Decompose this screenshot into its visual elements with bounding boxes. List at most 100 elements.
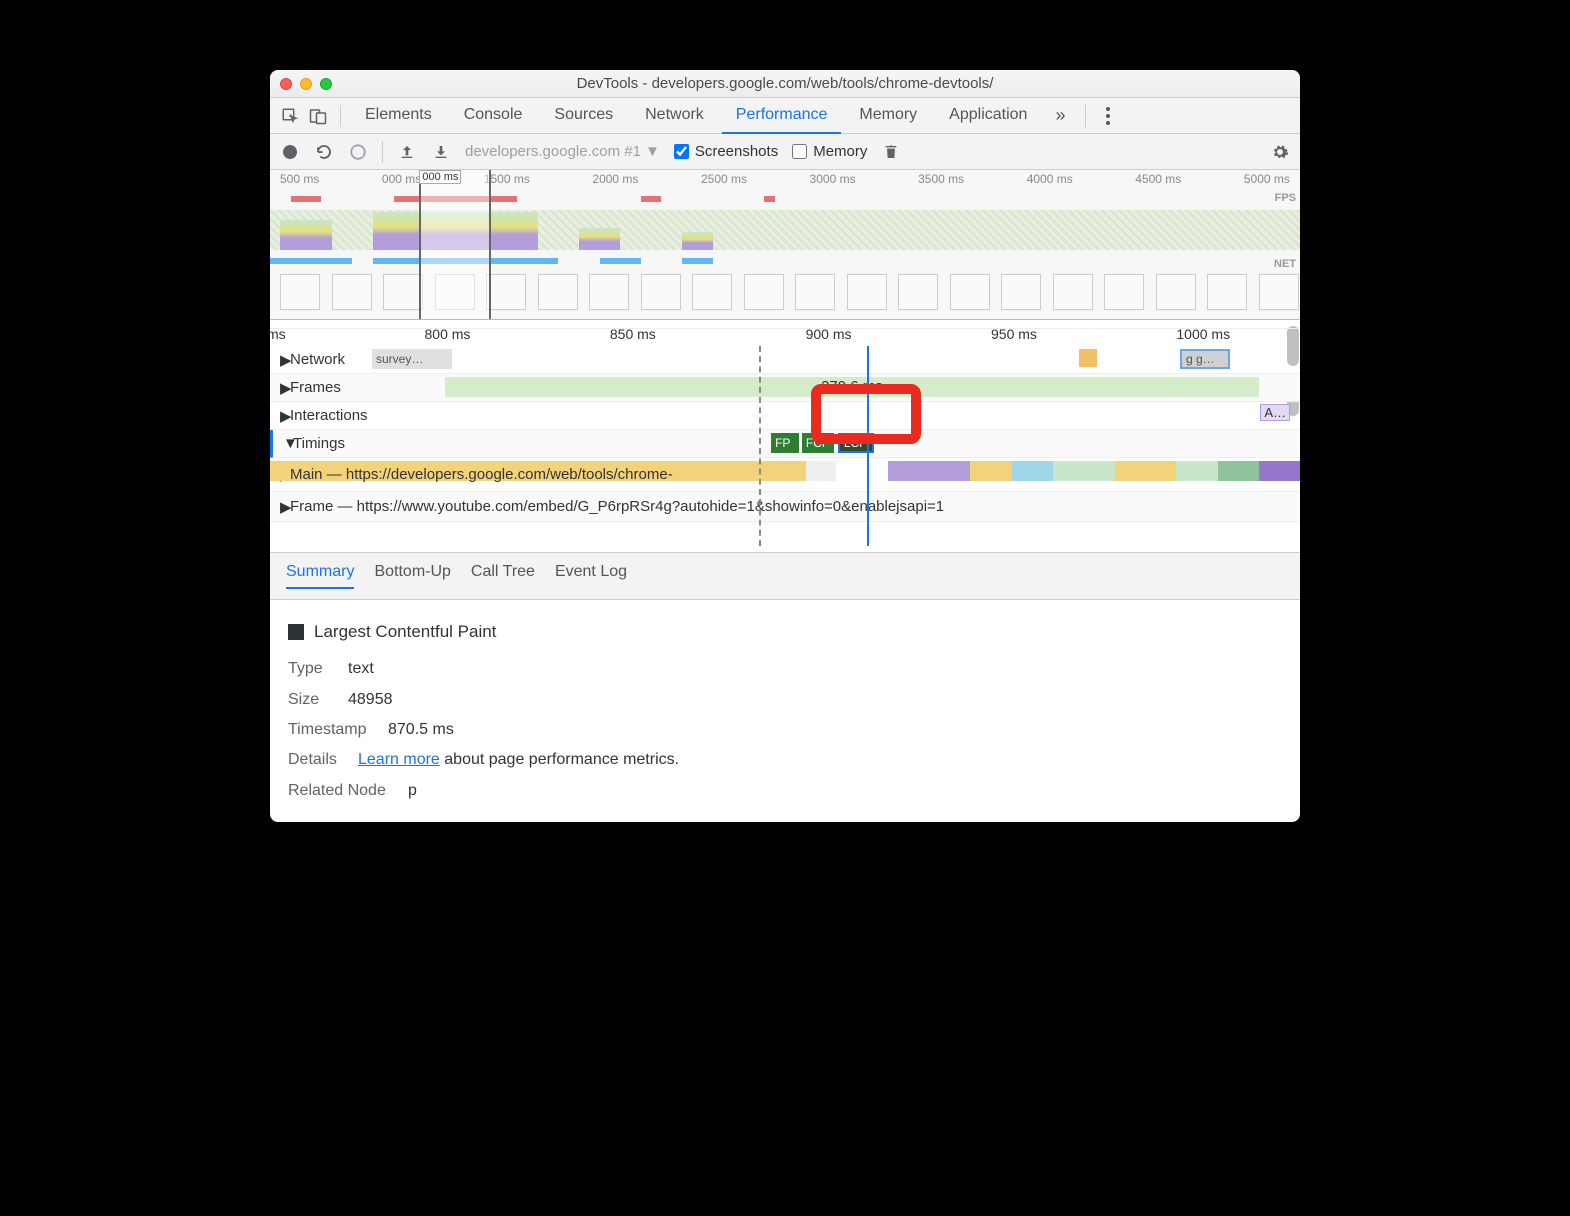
memory-checkbox-input[interactable] <box>792 144 807 159</box>
summary-key: Related Node <box>288 776 398 806</box>
memory-checkbox[interactable]: Memory <box>792 143 867 160</box>
summary-row-size: Size 48958 <box>288 685 1282 715</box>
overview-tick: 4500 ms <box>1135 172 1181 186</box>
tab-network[interactable]: Network <box>631 98 718 134</box>
tab-divider <box>340 105 341 127</box>
toolbar-divider <box>382 141 383 163</box>
detail-tick: 1000 ms <box>1176 326 1230 342</box>
clear-icon[interactable] <box>348 142 368 162</box>
summary-key: Timestamp <box>288 715 378 745</box>
track-interactions[interactable]: ▶ Interactions A… <box>270 402 1300 430</box>
learn-more-link[interactable]: Learn more <box>358 751 440 768</box>
summary-value: 48958 <box>348 685 393 715</box>
track-frames-label: Frames <box>290 379 341 396</box>
dropdown-caret-icon: ▼ <box>645 143 660 160</box>
tab-bottom-up[interactable]: Bottom-Up <box>374 563 450 589</box>
detail-tick: 850 ms <box>610 326 656 342</box>
track-timings[interactable]: ▼ Timings FP FCP LCP <box>270 430 1300 458</box>
summary-row-type: Type text <box>288 654 1282 684</box>
detail-tick: 950 ms <box>991 326 1037 342</box>
detail-tick: 800 ms <box>425 326 471 342</box>
overview-tick: 4000 ms <box>1027 172 1073 186</box>
summary-value: text <box>348 654 374 684</box>
track-network-label: Network <box>290 351 345 368</box>
lcp-color-swatch <box>288 624 304 640</box>
device-toggle-icon[interactable] <box>306 104 330 128</box>
track-main-label: Main — https://developers.google.com/web… <box>290 466 673 483</box>
track-network[interactable]: ▶ Network survey… g g… <box>270 346 1300 374</box>
network-item[interactable]: g g… <box>1180 349 1230 369</box>
track-frames[interactable]: ▶ Frames 279.6 ms <box>270 374 1300 402</box>
screenshots-checkbox-label: Screenshots <box>695 143 778 160</box>
lcp-marker-line <box>867 346 869 546</box>
summary-value-node[interactable]: p <box>408 776 417 806</box>
track-frame-youtube-label: Frame — https://www.youtube.com/embed/G_… <box>290 498 944 515</box>
summary-title: Largest Contentful Paint <box>314 616 496 648</box>
settings-gear-icon[interactable] <box>1270 142 1290 162</box>
expand-arrow-icon[interactable]: ▶ <box>280 379 290 397</box>
overview-tick: 3000 ms <box>810 172 856 186</box>
track-frame-youtube[interactable]: ▶ Frame — https://www.youtube.com/embed/… <box>270 492 1300 522</box>
tab-event-log[interactable]: Event Log <box>555 563 627 589</box>
expand-arrow-icon[interactable]: ▶ <box>280 498 290 516</box>
record-icon[interactable] <box>280 142 300 162</box>
tab-memory[interactable]: Memory <box>845 98 931 134</box>
interaction-annotation[interactable]: A… <box>1260 404 1290 421</box>
memory-checkbox-label: Memory <box>813 143 867 160</box>
summary-value: 870.5 ms <box>388 715 454 745</box>
summary-title-row: Largest Contentful Paint <box>288 616 1282 648</box>
summary-key: Type <box>288 654 338 684</box>
network-item[interactable]: survey… <box>372 349 452 369</box>
summary-key: Details <box>288 745 348 775</box>
overview-tick: 000 ms <box>382 172 421 186</box>
screenshots-checkbox[interactable]: Screenshots <box>674 143 778 160</box>
detail-tick: 900 ms <box>806 326 852 342</box>
tab-call-tree[interactable]: Call Tree <box>471 563 535 589</box>
details-pane-tabs: Summary Bottom-Up Call Tree Event Log <box>270 552 1300 600</box>
expand-arrow-icon[interactable]: ▶ <box>280 407 290 425</box>
overview-strip[interactable]: 500 ms 000 ms 1500 ms 2000 ms 2500 ms 30… <box>270 170 1300 320</box>
upload-icon[interactable] <box>397 142 417 162</box>
flame-chart[interactable]: ms 800 ms 850 ms 900 ms 950 ms 1000 ms ▶… <box>270 320 1300 552</box>
summary-panel: Largest Contentful Paint Type text Size … <box>270 600 1300 822</box>
overview-tick: 500 ms <box>280 172 319 186</box>
download-icon[interactable] <box>431 142 451 162</box>
track-interactions-label: Interactions <box>290 407 368 424</box>
tabs-overflow-button[interactable]: » <box>1045 105 1075 126</box>
summary-key: Size <box>288 685 338 715</box>
devtools-window: DevTools - developers.google.com/web/too… <box>270 70 1300 822</box>
track-timings-label: Timings <box>293 435 345 452</box>
recording-selector[interactable]: developers.google.com #1 ▼ <box>465 143 660 160</box>
overview-tick: 2000 ms <box>592 172 638 186</box>
tab-console[interactable]: Console <box>450 98 537 134</box>
highlight-annotation <box>811 384 921 444</box>
summary-row-related-node: Related Node p <box>288 776 1282 806</box>
detail-ruler: ms 800 ms 850 ms 900 ms 950 ms 1000 ms <box>270 320 1300 329</box>
tab-summary[interactable]: Summary <box>286 563 354 589</box>
overview-selection-label: 000 ms <box>419 170 461 184</box>
expand-arrow-icon[interactable]: ▶ <box>280 351 290 369</box>
reload-icon[interactable] <box>314 142 334 162</box>
collapse-arrow-icon[interactable]: ▼ <box>283 435 293 452</box>
summary-row-timestamp: Timestamp 870.5 ms <box>288 715 1282 745</box>
inspect-icon[interactable] <box>278 104 302 128</box>
more-options-icon[interactable] <box>1096 107 1120 125</box>
tab-performance[interactable]: Performance <box>722 98 842 134</box>
ms-tick: ms <box>270 326 286 342</box>
track-main[interactable]: ▶ Main — https://developers.google.com/w… <box>270 458 1300 492</box>
performance-toolbar: developers.google.com #1 ▼ Screenshots M… <box>270 134 1300 170</box>
screenshots-checkbox-input[interactable] <box>674 144 689 159</box>
tab-divider <box>1085 105 1086 127</box>
tab-sources[interactable]: Sources <box>540 98 627 134</box>
tab-application[interactable]: Application <box>935 98 1041 134</box>
summary-row-details: Details Learn more about page performanc… <box>288 745 1282 775</box>
timing-fp-marker[interactable]: FP <box>771 433 799 453</box>
overview-tick: 2500 ms <box>701 172 747 186</box>
trash-icon[interactable] <box>881 142 901 162</box>
window-title: DevTools - developers.google.com/web/too… <box>270 75 1300 92</box>
summary-details-text: about page performance metrics. <box>440 751 679 768</box>
overview-selection-handle[interactable] <box>419 170 491 319</box>
network-request-block[interactable] <box>1079 349 1097 367</box>
recording-selector-label: developers.google.com #1 <box>465 143 641 160</box>
tab-elements[interactable]: Elements <box>351 98 446 134</box>
